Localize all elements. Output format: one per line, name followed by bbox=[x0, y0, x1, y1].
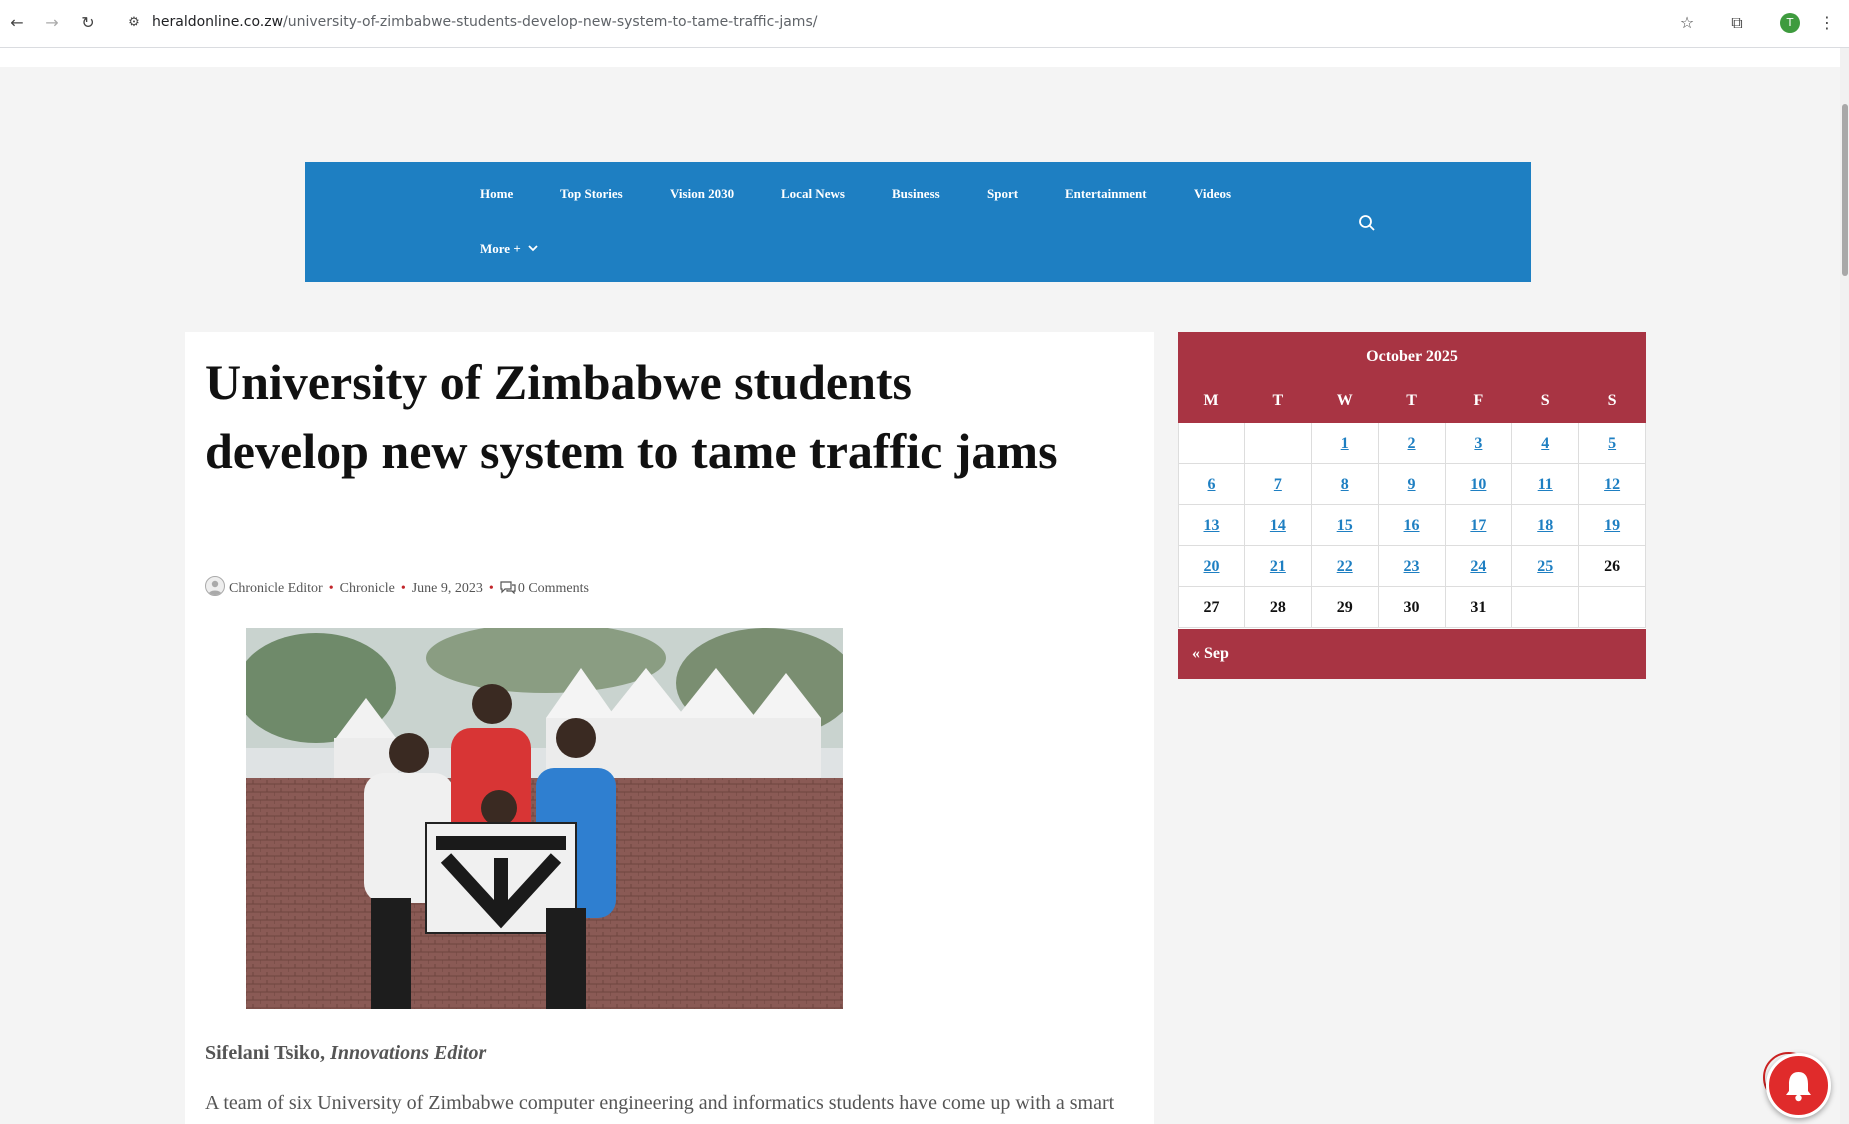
calendar-day[interactable]: 19 bbox=[1579, 505, 1647, 546]
calendar-day[interactable]: 15 bbox=[1311, 505, 1379, 546]
calendar-day: 26 bbox=[1579, 546, 1647, 587]
calendar-weekday: S bbox=[1540, 392, 1550, 409]
calendar-day[interactable]: 7 bbox=[1244, 464, 1312, 505]
category-link[interactable]: Chronicle bbox=[340, 581, 395, 596]
byline-role: Innovations Editor bbox=[330, 1042, 487, 1064]
calendar-day[interactable]: 13 bbox=[1178, 505, 1245, 546]
calendar-day[interactable]: 18 bbox=[1512, 505, 1580, 546]
calendar-day[interactable]: 20 bbox=[1178, 546, 1245, 587]
url-path: /university-of-zimbabwe-students-develop… bbox=[283, 14, 818, 30]
calendar-day[interactable]: 17 bbox=[1445, 505, 1513, 546]
calendar-day: 28 bbox=[1244, 587, 1312, 628]
calendar-day: 30 bbox=[1378, 587, 1446, 628]
calendar-day: 29 bbox=[1311, 587, 1379, 628]
nav-item-vision-2030[interactable]: Vision 2030 bbox=[670, 186, 734, 202]
calendar-weekday: S bbox=[1607, 392, 1617, 409]
calendar-day: 31 bbox=[1445, 587, 1513, 628]
calendar-day[interactable]: 9 bbox=[1378, 464, 1446, 505]
meta-separator: • bbox=[488, 581, 494, 596]
calendar-day[interactable]: 12 bbox=[1579, 464, 1647, 505]
calendar-day[interactable]: 22 bbox=[1311, 546, 1379, 587]
calendar-widget: October 2025 MTWTFSS 1 2 3 4 5 6 7 8 9 10 11 12 13 14… bbox=[1178, 332, 1647, 679]
byline-name: Sifelani Tsiko, bbox=[205, 1042, 326, 1064]
nav-item-sport[interactable]: Sport bbox=[987, 186, 1018, 202]
site-navigation: Home Top Stories Vision 2030 Local News … bbox=[305, 162, 1531, 282]
article-paragraph: A team of six University of Zimbabwe com… bbox=[205, 1092, 1115, 1114]
meta-separator: • bbox=[400, 581, 406, 596]
browser-menu-icon[interactable]: ⋮ bbox=[1816, 12, 1838, 34]
nav-item-top-stories[interactable]: Top Stories bbox=[560, 186, 623, 202]
calendar-day[interactable]: 2 bbox=[1378, 423, 1446, 464]
calendar-day[interactable]: 6 bbox=[1178, 464, 1245, 505]
calendar-day[interactable]: 3 bbox=[1445, 423, 1513, 464]
profile-avatar[interactable]: T bbox=[1780, 13, 1800, 33]
calendar-day[interactable]: 21 bbox=[1244, 546, 1312, 587]
calendar-header: October 2025 M T W T F S S bbox=[1178, 332, 1646, 423]
publish-date: June 9, 2023 bbox=[411, 581, 483, 596]
calendar-day[interactable]: 10 bbox=[1445, 464, 1513, 505]
calendar-day: 27 bbox=[1178, 587, 1245, 628]
reload-icon[interactable]: ↻ bbox=[77, 12, 99, 34]
author-avatar-icon bbox=[205, 576, 225, 596]
bookmark-star-icon[interactable]: ☆ bbox=[1676, 12, 1698, 34]
calendar-footer: « Sep bbox=[1178, 629, 1646, 679]
article-title: University of Zimbabwe students develop … bbox=[205, 354, 1058, 479]
nav-item-local-news[interactable]: Local News bbox=[781, 186, 845, 202]
page-scrollbar[interactable] bbox=[1840, 48, 1849, 1124]
chevron-down-icon bbox=[528, 245, 538, 252]
calendar-day[interactable]: 8 bbox=[1311, 464, 1379, 505]
calendar-day[interactable]: 1 bbox=[1311, 423, 1379, 464]
calendar-empty-cell bbox=[1579, 587, 1647, 628]
nav-item-entertainment[interactable]: Entertainment bbox=[1065, 186, 1147, 202]
url-text[interactable]: heraldonline.co.zw/university-of-zimbabw… bbox=[152, 14, 817, 30]
extensions-icon[interactable]: ⧉ bbox=[1726, 12, 1748, 34]
back-arrow-icon[interactable]: ← bbox=[6, 12, 28, 34]
browser-toolbar: ← → ↻ ⚙ heraldonline.co.zw/university-of… bbox=[0, 0, 1849, 48]
calendar-weekday: T bbox=[1272, 392, 1284, 409]
nav-item-business[interactable]: Business bbox=[892, 186, 940, 202]
calendar-grid: 1 2 3 4 5 6 7 8 9 10 11 12 13 14 15 16 17 18 19 20 21 22 23 24 2… bbox=[1178, 423, 1647, 628]
calendar-weekday: W bbox=[1336, 392, 1353, 409]
calendar-day[interactable]: 25 bbox=[1512, 546, 1580, 587]
byline: Sifelani Tsiko, Innovations Editor bbox=[205, 1042, 486, 1065]
calendar-prev-month-link[interactable]: « Sep bbox=[1192, 645, 1229, 663]
calendar-empty-cell bbox=[1512, 587, 1580, 628]
calendar-weekday: M bbox=[1203, 392, 1219, 409]
search-icon[interactable] bbox=[1358, 214, 1376, 232]
calendar-day[interactable]: 4 bbox=[1512, 423, 1580, 464]
calendar-month-title: October 2025 bbox=[1366, 348, 1458, 365]
calendar-weekday: T bbox=[1406, 392, 1417, 409]
more-label: More + bbox=[480, 241, 521, 256]
meta-separator: • bbox=[328, 581, 334, 596]
forward-arrow-icon[interactable]: → bbox=[41, 12, 63, 34]
site-info-icon[interactable]: ⚙ bbox=[124, 13, 144, 33]
calendar-empty-cell bbox=[1244, 423, 1312, 464]
calendar-day[interactable]: 24 bbox=[1445, 546, 1513, 587]
author-link[interactable]: Chronicle Editor bbox=[229, 581, 323, 596]
article-meta: Chronicle Editor • Chronicle • June 9, 2023 •… bbox=[205, 576, 589, 597]
address-bar[interactable]: ⚙ heraldonline.co.zw/university-of-zimba… bbox=[118, 8, 1708, 39]
comments-icon bbox=[500, 581, 516, 595]
article-card: University of Zimbabwe students develop … bbox=[185, 332, 1154, 1124]
calendar-day[interactable]: 23 bbox=[1378, 546, 1446, 587]
header-band bbox=[0, 48, 1840, 67]
scrollbar-thumb[interactable] bbox=[1842, 104, 1848, 276]
url-domain: heraldonline.co.zw bbox=[152, 14, 284, 30]
article-photo bbox=[246, 628, 843, 1009]
nav-item-home[interactable]: Home bbox=[480, 186, 513, 202]
calendar-day[interactable]: 16 bbox=[1378, 505, 1446, 546]
notification-bell-button[interactable] bbox=[1766, 1053, 1831, 1118]
calendar-empty-cell bbox=[1178, 423, 1245, 464]
nav-item-videos[interactable]: Videos bbox=[1194, 186, 1231, 202]
calendar-day[interactable]: 14 bbox=[1244, 505, 1312, 546]
bell-icon bbox=[1786, 1072, 1811, 1102]
comments-link[interactable]: 0 Comments bbox=[518, 581, 589, 596]
calendar-weekday: F bbox=[1473, 392, 1484, 409]
calendar-day[interactable]: 5 bbox=[1579, 423, 1647, 464]
calendar-day[interactable]: 11 bbox=[1512, 464, 1580, 505]
nav-item-more[interactable]: More + bbox=[480, 241, 538, 257]
